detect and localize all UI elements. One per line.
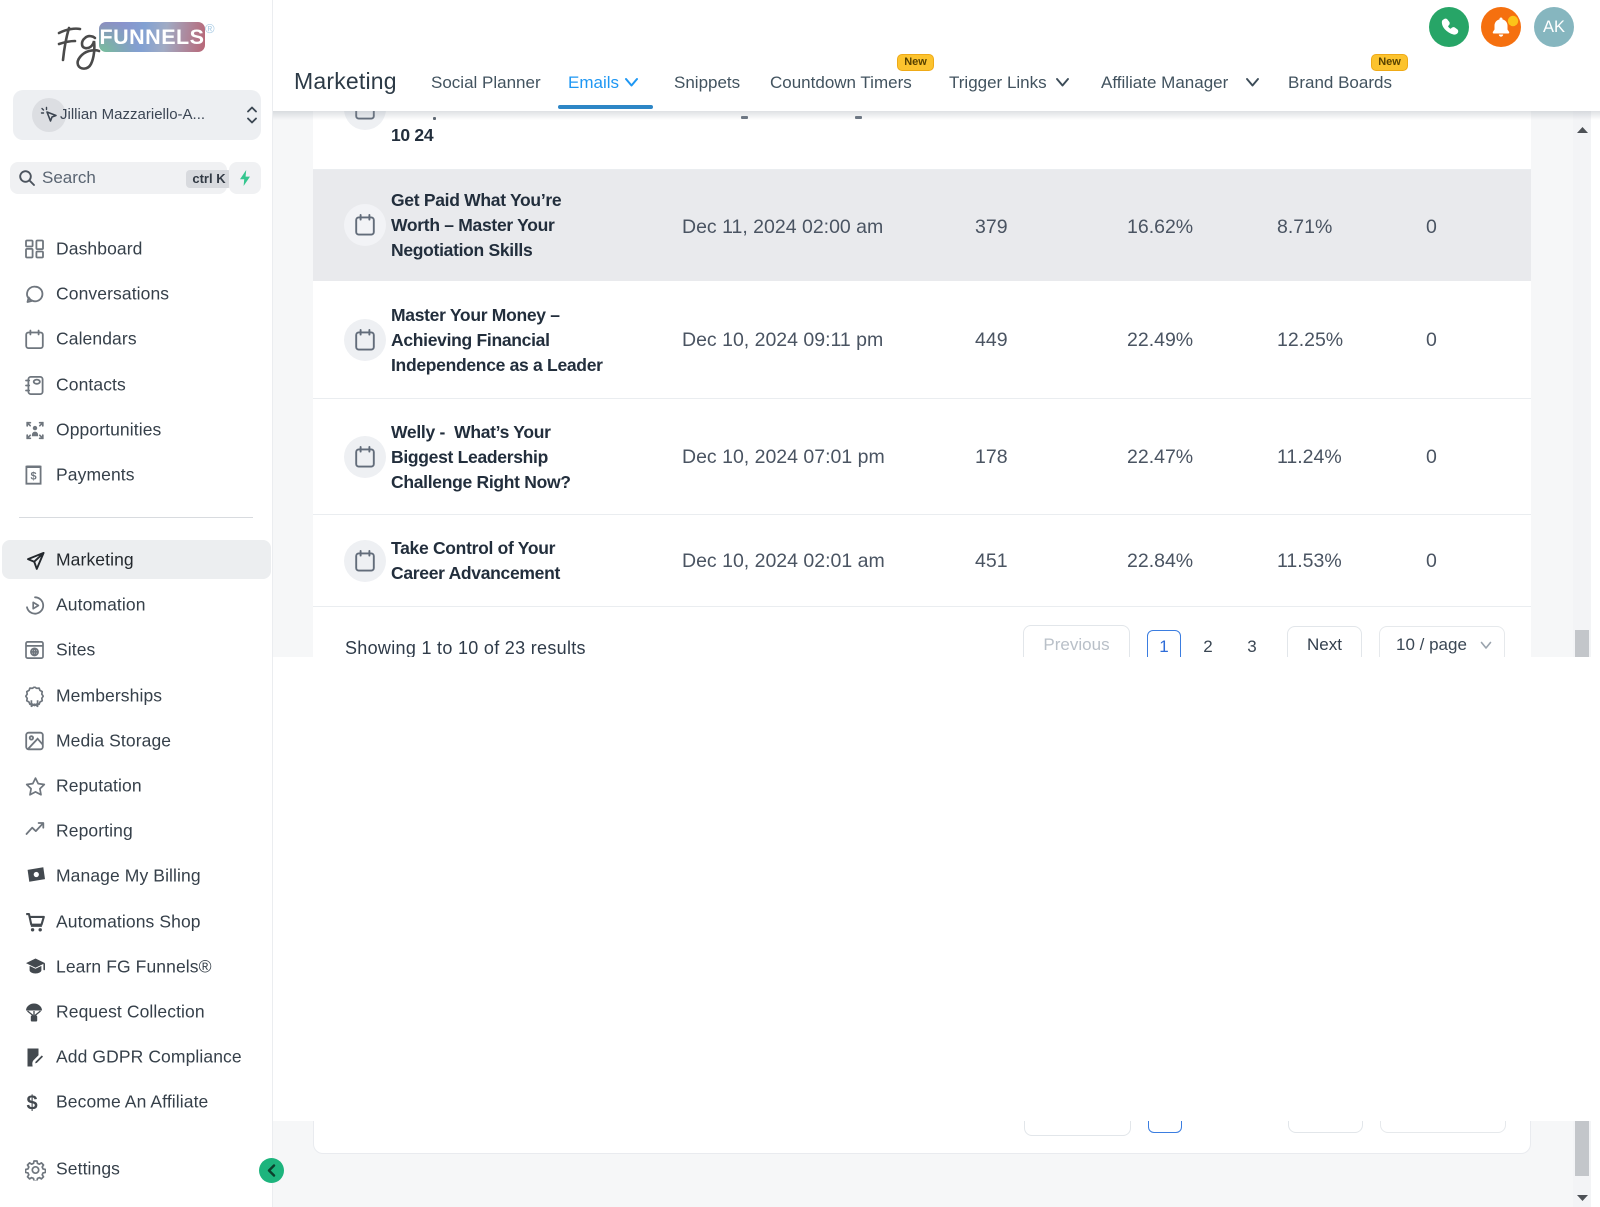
svg-text:$: $ bbox=[26, 1092, 37, 1114]
svg-text:$: $ bbox=[30, 470, 36, 482]
